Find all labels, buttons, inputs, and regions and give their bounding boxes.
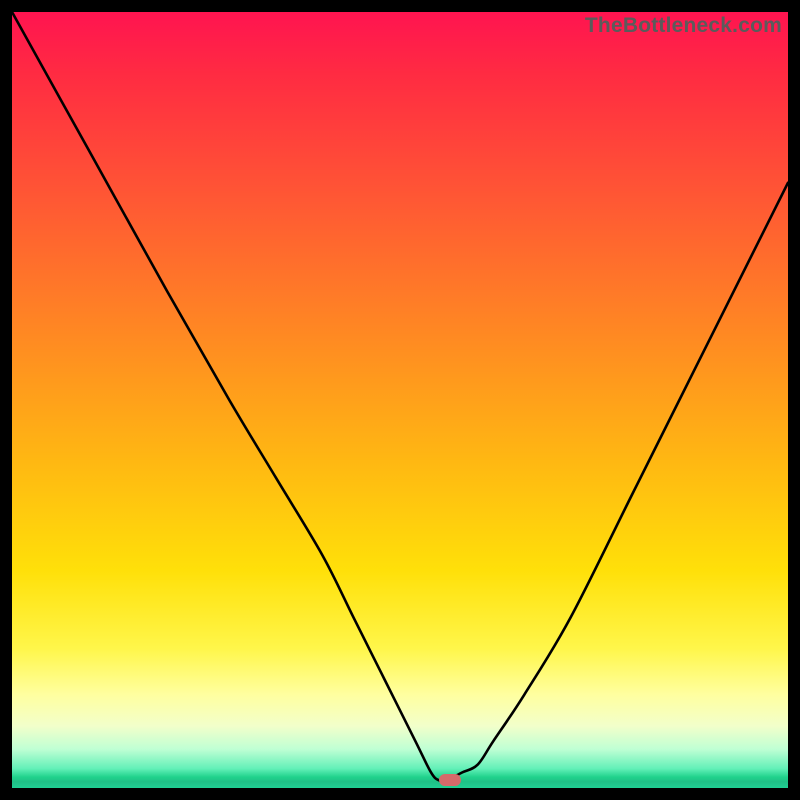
bottleneck-curve xyxy=(12,12,788,788)
chart-frame: TheBottleneck.com xyxy=(0,0,800,800)
watermark-text: TheBottleneck.com xyxy=(585,12,782,40)
optimal-point-marker xyxy=(439,774,461,786)
plot-area: TheBottleneck.com xyxy=(12,12,788,788)
